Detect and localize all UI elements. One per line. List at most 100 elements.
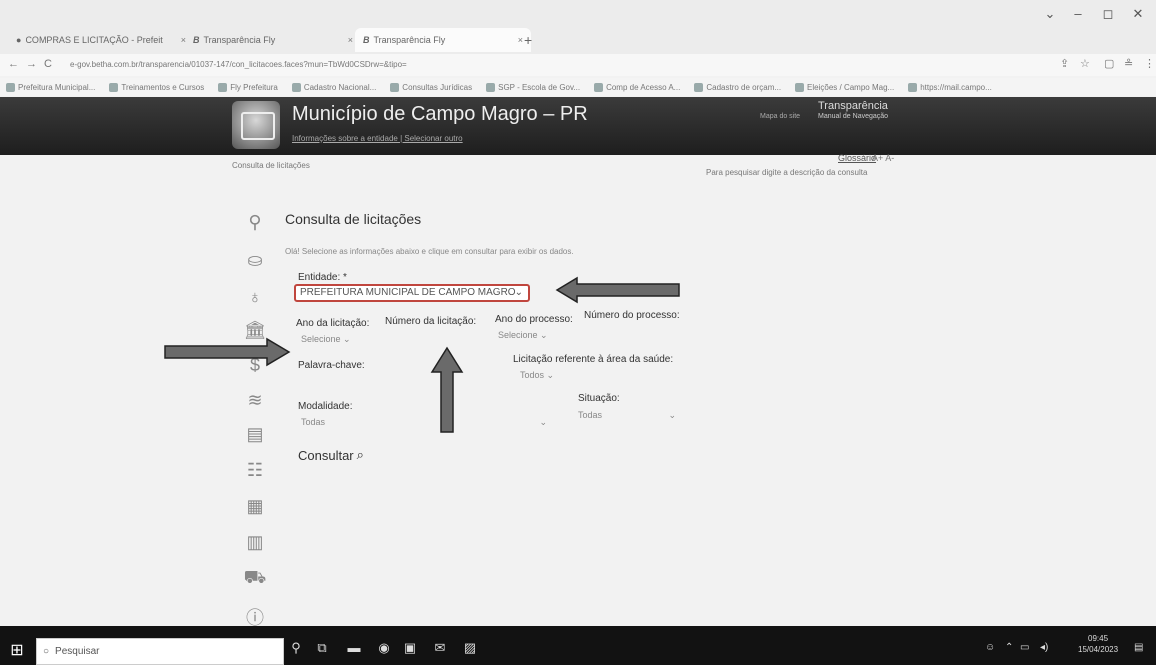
store-icon[interactable]: ▣ bbox=[400, 640, 420, 658]
close-icon[interactable]: × bbox=[348, 35, 353, 45]
file-icon[interactable]: ▦ bbox=[240, 496, 270, 517]
network-icon[interactable]: ▭ bbox=[1020, 642, 1029, 653]
taskbar-search-placeholder: Pesquisar bbox=[55, 646, 100, 657]
ano-processo-label: Ano do processo: bbox=[495, 314, 573, 325]
site-title: Município de Campo Magro – PR bbox=[292, 103, 588, 125]
bookmark-icon bbox=[291, 82, 301, 92]
entidade-select[interactable]: PREFEITURA MUNICIPAL DE CAMPO MAGRO ⌄ bbox=[294, 284, 530, 302]
numero-licitacao-input[interactable] bbox=[385, 330, 475, 344]
books-icon[interactable]: ≋ bbox=[240, 390, 270, 411]
chevron-down-icon: ⌄ bbox=[668, 410, 676, 420]
microphone-icon[interactable]: ⚲ bbox=[286, 640, 306, 658]
bookmark-icon bbox=[486, 82, 496, 92]
saude-select[interactable]: Todos ⌄ bbox=[520, 370, 554, 381]
close-window-icon[interactable]: ✕ bbox=[1128, 6, 1148, 22]
share-icon[interactable]: ⇪ bbox=[1060, 57, 1069, 70]
browser-tab-transparencia-1[interactable]: B Transparência Fly × bbox=[185, 28, 361, 52]
annotation-arrow-up bbox=[430, 346, 464, 433]
chevron-down-icon: ⌄ bbox=[514, 287, 523, 298]
volume-icon[interactable]: ◂) bbox=[1040, 642, 1048, 653]
chrome-icon[interactable]: ◉ bbox=[374, 640, 394, 658]
star-icon[interactable]: ☆ bbox=[1080, 57, 1090, 70]
entidade-label: Entidade: * bbox=[298, 272, 347, 283]
tab-favicon-icon: B bbox=[363, 35, 370, 45]
bookmarks-bar: Prefeitura Municipal... Treinamentos e C… bbox=[0, 78, 1156, 96]
bookmark-icon bbox=[594, 82, 604, 92]
palavra-chave-label: Palavra-chave: bbox=[298, 360, 365, 371]
clock-date: 15/04/2023 bbox=[1078, 645, 1119, 654]
manual-link[interactable]: Manual de Navegação bbox=[818, 113, 888, 120]
task-view-icon[interactable]: ⧉ bbox=[312, 640, 332, 658]
minimize-icon[interactable]: – bbox=[1068, 6, 1088, 21]
bookmark-item[interactable]: Treinamentos e Cursos bbox=[109, 82, 204, 92]
site-map-link[interactable]: Mapa do site bbox=[760, 113, 800, 120]
consultar-button[interactable]: Consultar ⌕ bbox=[298, 447, 364, 463]
menu-icon[interactable]: ⋮ bbox=[1144, 57, 1155, 70]
tab-label: Transparência Fly bbox=[373, 35, 446, 45]
bookmark-item[interactable]: Cadastro Nacional... bbox=[291, 82, 376, 92]
photos-icon[interactable]: ▨ bbox=[460, 640, 480, 658]
bookmark-item[interactable]: Consultas Jurídicas bbox=[390, 82, 472, 92]
satellite-icon[interactable]: ⚲ bbox=[240, 212, 270, 233]
taskbar-clock[interactable]: 09:45 15/04/2023 bbox=[1078, 633, 1118, 655]
windows-start-icon[interactable]: ⊞ bbox=[7, 641, 27, 661]
taskbar-search-box[interactable]: ○ Pesquisar bbox=[36, 638, 284, 665]
coins-icon[interactable]: ⛀ bbox=[240, 250, 270, 271]
tab-favicon-icon: B bbox=[193, 35, 200, 45]
maximize-icon[interactable]: ◻ bbox=[1098, 6, 1118, 22]
notification-icon[interactable]: ▤ bbox=[1134, 642, 1143, 653]
reload-icon[interactable]: C bbox=[44, 58, 52, 70]
search-icon: ⌕ bbox=[356, 447, 364, 462]
bookmark-icon bbox=[694, 82, 704, 92]
page-title: Consulta de licitações bbox=[285, 211, 422, 227]
document-icon[interactable]: ▤ bbox=[240, 424, 270, 445]
ano-licitacao-label: Ano da licitação: bbox=[296, 318, 370, 329]
font-size-controls[interactable]: A+ A- bbox=[872, 153, 894, 163]
bookmark-item[interactable]: https://mail.campo... bbox=[908, 82, 992, 92]
bookmark-item[interactable]: Comp de Acesso A... bbox=[594, 82, 680, 92]
chart-icon[interactable]: ▥ bbox=[240, 532, 270, 553]
url-field[interactable]: e-gov.betha.com.br/transparencia/01037-1… bbox=[70, 57, 970, 73]
forward-icon[interactable]: → bbox=[26, 58, 37, 70]
glossary-link[interactable]: Glossário bbox=[838, 153, 876, 163]
explorer-icon[interactable]: ▬ bbox=[344, 640, 364, 658]
numero-processo-input[interactable] bbox=[584, 324, 674, 338]
modalidade-label: Modalidade: bbox=[298, 401, 353, 412]
bookmark-icon bbox=[908, 82, 918, 92]
browser-tab-transparencia-2[interactable]: B Transparência Fly × bbox=[355, 28, 531, 52]
annotation-arrow-right bbox=[164, 337, 291, 367]
ano-processo-select[interactable]: Selecione ⌄ bbox=[498, 330, 548, 341]
ano-licitacao-select[interactable]: Selecione ⌄ bbox=[301, 334, 351, 345]
bookmark-item[interactable]: Fly Prefeitura bbox=[218, 82, 278, 92]
sidebar-icon[interactable]: ▢ bbox=[1104, 57, 1114, 70]
chevron-down-icon: ⌄ bbox=[539, 417, 547, 427]
people-icon[interactable]: ☷ bbox=[240, 460, 270, 481]
crest-shield-icon bbox=[241, 112, 275, 140]
situacao-label: Situação: bbox=[578, 393, 620, 404]
annotation-arrow-left bbox=[555, 276, 680, 304]
people-tray-icon[interactable]: ☺ bbox=[985, 642, 995, 653]
bookmark-item[interactable]: Cadastro de orçam... bbox=[694, 82, 781, 92]
bookmark-item[interactable]: Prefeitura Municipal... bbox=[6, 82, 95, 92]
back-icon[interactable]: ← bbox=[8, 58, 19, 70]
chevron-up-icon[interactable]: ⌃ bbox=[1005, 642, 1013, 653]
numero-processo-label: Número do processo: bbox=[584, 310, 680, 321]
entity-info-link[interactable]: Informações sobre a entidade | Seleciona… bbox=[292, 134, 463, 143]
bookmark-icon bbox=[6, 82, 15, 92]
bookmark-icon bbox=[218, 82, 228, 92]
tab-search-icon[interactable]: ⌄ bbox=[1040, 6, 1060, 22]
bookmark-item[interactable]: Eleições / Campo Mag... bbox=[795, 82, 894, 92]
situacao-select[interactable]: Todas ⌄ bbox=[578, 410, 678, 420]
page-description: Olá! Selecione as informações abaixo e c… bbox=[285, 247, 574, 256]
car-icon[interactable]: ⛟ bbox=[240, 567, 270, 591]
browser-tab-compras[interactable]: ● COMPRAS E LICITAÇÃO - Prefeit × bbox=[8, 28, 194, 52]
bookmark-icon bbox=[390, 82, 400, 92]
mail-icon[interactable]: ✉ bbox=[430, 640, 450, 658]
modalidade-select[interactable]: Todas ⌄ bbox=[301, 417, 551, 427]
bookmark-item[interactable]: SGP - Escola de Gov... bbox=[486, 82, 580, 92]
profile-icon[interactable]: ≗ bbox=[1124, 57, 1133, 70]
bookmark-icon bbox=[109, 82, 119, 92]
money-bag-icon[interactable]: ♁ bbox=[240, 287, 270, 308]
new-tab-button[interactable]: + bbox=[516, 28, 552, 52]
clock-time: 09:45 bbox=[1088, 634, 1109, 643]
